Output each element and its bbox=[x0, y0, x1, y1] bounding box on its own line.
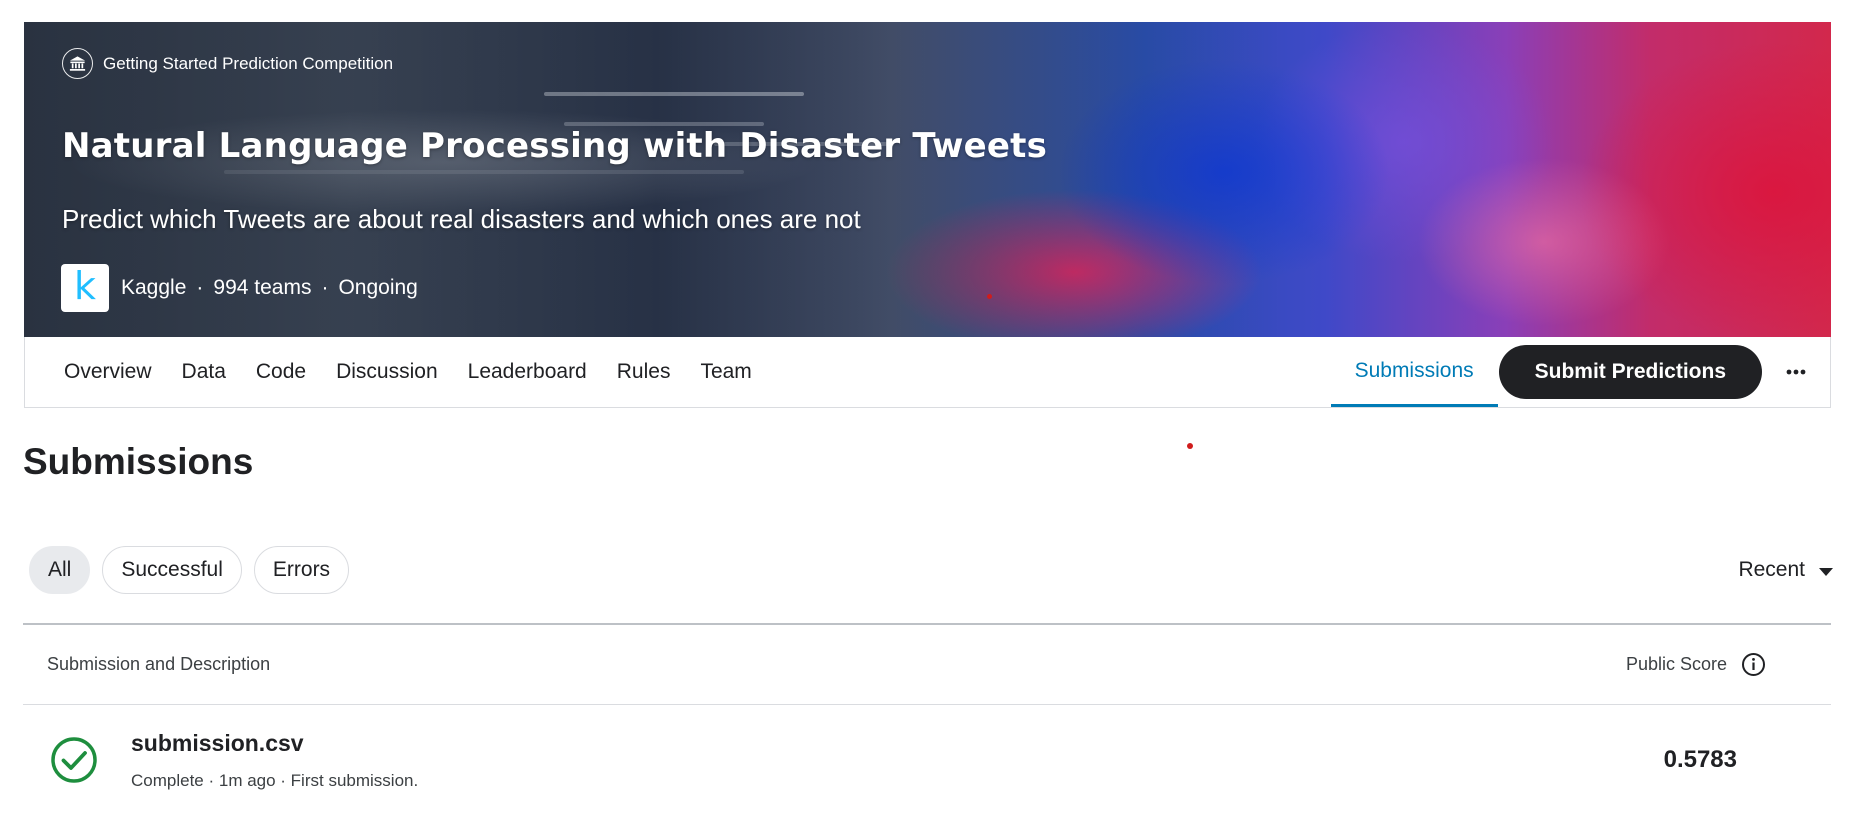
filter-chip-errors[interactable]: Errors bbox=[253, 546, 350, 594]
tab-team[interactable]: Team bbox=[700, 360, 751, 384]
team-count: 994 teams bbox=[213, 276, 312, 299]
tab-overview[interactable]: Overview bbox=[64, 360, 152, 384]
submission-info: submission.csv Complete · 1m ago · First… bbox=[131, 730, 418, 791]
competition-meta: k Kaggle · 994 teams · Ongoing bbox=[61, 264, 418, 312]
sort-label: Recent bbox=[1738, 558, 1805, 581]
competition-tab-bar: Overview Data Code Discussion Leaderboar… bbox=[24, 337, 1831, 408]
kaggle-logo-icon[interactable]: k bbox=[61, 264, 109, 312]
submission-filters: All Successful Errors bbox=[29, 546, 350, 594]
competition-status: Ongoing bbox=[338, 276, 418, 299]
competition-header-banner: Getting Started Prediction Competition N… bbox=[24, 22, 1831, 337]
page-title: Submissions bbox=[23, 441, 254, 482]
bank-icon bbox=[62, 48, 93, 79]
submission-file-name[interactable]: submission.csv bbox=[131, 730, 418, 757]
filter-chip-successful[interactable]: Successful bbox=[102, 546, 242, 594]
info-icon[interactable] bbox=[1741, 652, 1766, 677]
competition-title: Natural Language Processing with Disaste… bbox=[62, 126, 1048, 166]
column-header-description: Submission and Description bbox=[47, 653, 271, 674]
table-header: Submission and Description Public Score bbox=[23, 624, 1831, 704]
tab-leaderboard[interactable]: Leaderboard bbox=[468, 360, 587, 384]
check-circle-icon bbox=[49, 735, 99, 785]
submission-meta: Complete · 1m ago · First submission. bbox=[131, 770, 419, 790]
tab-code[interactable]: Code bbox=[256, 360, 306, 384]
competition-subtitle: Predict which Tweets are about real disa… bbox=[62, 204, 861, 234]
competition-type-label: Getting Started Prediction Competition bbox=[103, 53, 394, 73]
red-dot-marker bbox=[1187, 443, 1193, 449]
tab-actions: Submissions Submit Predictions bbox=[1330, 337, 1830, 407]
meta-separator: · bbox=[321, 276, 329, 299]
tab-discussion[interactable]: Discussion bbox=[336, 360, 438, 384]
tab-list: Overview Data Code Discussion Leaderboar… bbox=[25, 337, 782, 407]
caret-down-icon bbox=[1819, 558, 1833, 582]
competition-type: Getting Started Prediction Competition bbox=[62, 48, 393, 79]
public-score: 0.5783 bbox=[1663, 746, 1737, 773]
tab-rules[interactable]: Rules bbox=[617, 360, 671, 384]
sort-dropdown[interactable]: Recent bbox=[1738, 546, 1833, 594]
filter-chip-all[interactable]: All bbox=[29, 546, 91, 594]
tab-submissions[interactable]: Submissions bbox=[1330, 337, 1498, 407]
column-header-score-label: Public Score bbox=[1625, 653, 1727, 674]
table-row: submission.csv Complete · 1m ago · First… bbox=[23, 705, 1831, 815]
banner-red-dot bbox=[987, 294, 992, 299]
host-name[interactable]: Kaggle bbox=[121, 276, 186, 300]
column-header-score: Public Score bbox=[1626, 652, 1766, 677]
more-horizontal-icon[interactable] bbox=[1770, 346, 1822, 398]
meta-separator: · bbox=[196, 276, 204, 299]
submit-predictions-button[interactable]: Submit Predictions bbox=[1498, 345, 1762, 399]
tab-data[interactable]: Data bbox=[182, 360, 226, 384]
